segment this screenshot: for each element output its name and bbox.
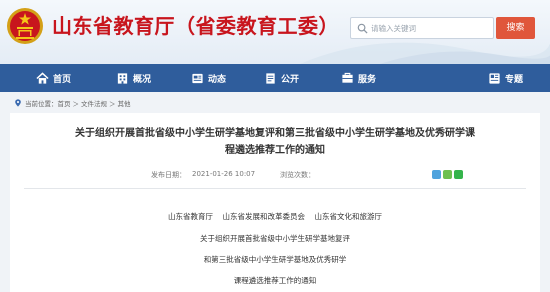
breadcrumb-other[interactable]: 其他: [118, 98, 131, 108]
home-icon: [36, 71, 49, 84]
view-count-label: 浏览次数：: [280, 171, 315, 179]
main-nav: 首页 概况 动态 公开 服务 专题: [0, 64, 550, 92]
service-icon: [342, 72, 353, 83]
news-icon: [192, 73, 203, 83]
search-input[interactable]: [371, 18, 491, 38]
breadcrumb-home[interactable]: 首页: [58, 98, 71, 108]
nav-item-home[interactable]: 首页: [36, 64, 71, 92]
share-wechat-icon[interactable]: [443, 170, 452, 179]
nav-item-label: 动态: [208, 74, 227, 85]
breadcrumb-regulations[interactable]: 文件法规: [81, 98, 107, 108]
nav-item-news[interactable]: 动态: [191, 64, 226, 92]
share-qzone-icon[interactable]: [454, 170, 463, 179]
search-box: [350, 17, 494, 39]
breadcrumb-prefix: 当前位置：: [25, 100, 58, 108]
divider: [24, 188, 526, 189]
article-title-line: 程遴选推荐工作的通知: [225, 145, 325, 156]
site-header: 山东省教育厅（省委教育工委） 搜索: [0, 0, 550, 64]
article-title-line: 关于组织开展首批省级中小学生研学基地复评和第三批省级中小学生研学基地及优秀研学课: [75, 128, 475, 139]
breadcrumb: 当前位置： 首页 ＞ 文件法规 ＞ 其他: [14, 97, 131, 109]
article-meta: 发布日期： 2021-01-26 10:07 浏览次数：: [10, 170, 540, 184]
body-line: 关于组织开展首批省级中小学生研学基地复评: [200, 234, 350, 243]
disclosure-icon: [266, 72, 275, 84]
nav-item-topics[interactable]: 专题: [488, 64, 523, 92]
search-button[interactable]: 搜索: [496, 17, 535, 39]
building-icon: [117, 72, 128, 84]
article-title: 关于组织开展首批省级中小学生研学基地复评和第三批省级中小学生研学基地及优秀研学课…: [40, 125, 510, 159]
body-line: 和第三批省级中小学生研学基地及优秀研学: [203, 255, 347, 264]
share-buttons: [432, 170, 463, 179]
search-icon: [357, 23, 368, 34]
nav-item-label: 概况: [133, 74, 152, 85]
breadcrumb-separator: ＞: [72, 100, 80, 108]
nav-item-overview[interactable]: 概况: [116, 64, 151, 92]
breadcrumb-separator: ＞: [109, 100, 116, 108]
body-line: 山东省教育厅 山东省发展和改革委员会 山东省文化和旅游厅: [167, 212, 383, 221]
nav-item-label: 专题: [505, 74, 524, 85]
national-emblem-icon: [7, 8, 43, 44]
publish-date-label: 发布日期：: [151, 171, 186, 179]
nav-item-label: 首页: [53, 74, 72, 85]
body-line: 课程遴选推荐工作的通知: [233, 276, 317, 285]
site-title[interactable]: 山东省教育厅（省委教育工委）: [52, 10, 339, 39]
topic-icon: [489, 72, 500, 84]
nav-item-disclosure[interactable]: 公开: [264, 64, 299, 92]
nav-item-label: 服务: [358, 74, 377, 85]
nav-item-label: 公开: [281, 74, 300, 85]
publish-date: 2021-01-26 10:07: [192, 170, 256, 178]
article-card: 关于组织开展首批省级中小学生研学基地复评和第三批省级中小学生研学基地及优秀研学课…: [10, 113, 540, 292]
location-icon: [15, 99, 21, 107]
nav-item-service[interactable]: 服务: [341, 64, 376, 92]
share-weibo-icon[interactable]: [432, 170, 441, 179]
